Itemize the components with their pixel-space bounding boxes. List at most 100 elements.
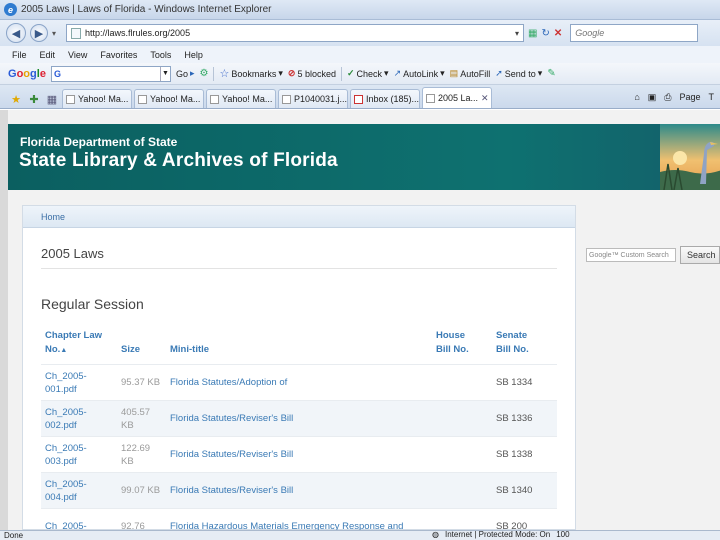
zoom-level[interactable]: 100	[556, 531, 569, 539]
tab-mail-icon	[354, 94, 363, 104]
tab-image[interactable]: P1040031.j...	[278, 89, 348, 108]
status-bar: Done ◍ Internet | Protected Mode: On 100	[0, 530, 720, 540]
tab-inbox[interactable]: Inbox (185)...	[350, 89, 420, 108]
pencil-icon[interactable]: ✎	[547, 68, 555, 79]
chapter-link[interactable]: Ch_2005-002.pdf	[41, 400, 117, 437]
file-size: 405.57 KB	[117, 400, 166, 437]
tab-bar: ★ ✚ ▦ Yahoo! Ma... Yahoo! Ma... Yahoo! M…	[0, 85, 720, 109]
search-button[interactable]: Search	[680, 246, 720, 264]
mini-title-link[interactable]: Florida Statutes/Reviser's Bill	[166, 400, 432, 437]
tab-page-icon	[282, 94, 291, 104]
chapter-link[interactable]: Ch_2005-	[41, 508, 117, 530]
table-row: Ch_2005-002.pdf 405.57 KB Florida Statut…	[41, 400, 557, 437]
tab-yahoo-3[interactable]: Yahoo! Ma...	[206, 89, 276, 108]
chapter-link[interactable]: Ch_2005-003.pdf	[41, 436, 117, 473]
menu-bar: File Edit View Favorites Tools Help	[0, 46, 720, 63]
toolbar-options-icon[interactable]: ⚙	[200, 68, 209, 79]
autolink-button[interactable]: ↗ AutoLink ▾	[394, 68, 445, 79]
page-viewport: Florida Department of State State Librar…	[0, 110, 720, 530]
table-row: Ch_2005-001.pdf 95.37 KB Florida Statute…	[41, 364, 557, 401]
department-name: Florida Department of State	[20, 135, 178, 149]
add-favorites-icon[interactable]: ✚	[26, 90, 42, 108]
mini-title-link[interactable]: Florida Statutes/Adoption of	[166, 364, 432, 401]
history-dropdown-icon[interactable]: ▾	[52, 29, 56, 38]
home-icon[interactable]: ⌂	[634, 92, 639, 102]
close-tab-icon[interactable]: ✕	[481, 93, 489, 104]
menu-favorites[interactable]: Favorites	[100, 50, 137, 60]
google-logo: Google	[8, 67, 46, 80]
tab-yahoo-2[interactable]: Yahoo! Ma...	[134, 89, 204, 108]
breadcrumb: Home	[23, 206, 575, 228]
page-left-gutter	[0, 110, 8, 530]
popup-blocker-button[interactable]: ⊘ 5 blocked	[288, 68, 336, 79]
refresh-icon[interactable]: ↻	[541, 28, 549, 39]
house-bill	[432, 472, 492, 509]
custom-search-input[interactable]: Google™ Custom Search	[586, 248, 676, 262]
menu-view[interactable]: View	[68, 50, 87, 60]
senate-bill: SB 1338	[492, 436, 557, 473]
compatibility-icon[interactable]: ▦	[528, 28, 537, 39]
tab-2005-laws[interactable]: 2005 La... ✕	[422, 87, 492, 108]
check-icon: ✓	[346, 68, 355, 78]
tab-yahoo-1[interactable]: Yahoo! Ma...	[62, 89, 132, 108]
house-bill	[432, 364, 492, 401]
mini-title-link[interactable]: Florida Statutes/Reviser's Bill	[166, 436, 432, 473]
breadcrumb-home-link[interactable]: Home	[41, 212, 65, 222]
file-size: 99.07 KB	[117, 472, 166, 509]
address-toolbar: ◀ ▶ ▾ http://laws.flrules.org/2005 ▾ ▦ ↻…	[0, 20, 720, 46]
address-bar[interactable]: http://laws.flrules.org/2005 ▾	[66, 24, 525, 42]
house-bill	[432, 400, 492, 437]
senate-bill: SB 1336	[492, 400, 557, 437]
globe-icon: ◍	[432, 530, 439, 539]
spell-check-button[interactable]: ✓ Check ▾	[347, 68, 389, 79]
tab-page-icon	[426, 93, 435, 103]
menu-tools[interactable]: Tools	[150, 50, 171, 60]
page-menu[interactable]: Page	[679, 92, 700, 102]
search-input[interactable]: Google	[570, 24, 699, 42]
forward-button[interactable]: ▶	[30, 24, 48, 42]
address-dropdown-icon[interactable]: ▾	[515, 29, 519, 38]
send-to-button[interactable]: ➚ Send to ▾	[495, 68, 542, 79]
stop-icon[interactable]: ✕	[554, 28, 562, 39]
autofill-button[interactable]: ▤ AutoFill	[450, 68, 491, 79]
sort-ascending-icon: ▲	[60, 347, 68, 354]
header-size[interactable]: Size	[117, 326, 166, 365]
bookmarks-button[interactable]: ☆ Bookmarks ▾	[219, 67, 282, 80]
header-chapter-law[interactable]: Chapter Law No.▲	[41, 326, 117, 365]
ie-logo-icon: e	[4, 3, 17, 16]
back-button[interactable]: ◀	[6, 23, 26, 43]
tools-menu[interactable]: T	[709, 92, 715, 102]
table-row: Ch_2005-004.pdf 99.07 KB Florida Statute…	[41, 472, 557, 509]
table-header-row: Chapter Law No.▲ Size Mini-title House Bil…	[41, 326, 557, 365]
go-button[interactable]: Go ▸	[176, 68, 195, 79]
chevron-down-icon[interactable]: ▼	[159, 66, 170, 81]
menu-edit[interactable]: Edit	[40, 50, 56, 60]
header-house-bill[interactable]: House Bill No.	[432, 326, 492, 365]
url-text: http://laws.flrules.org/2005	[85, 28, 191, 38]
mini-title-link[interactable]: Florida Hazardous Materials Emergency Re…	[166, 508, 432, 530]
section-title: Regular Session	[41, 296, 144, 312]
toolbar-separator	[213, 66, 215, 81]
tab-page-icon	[138, 94, 147, 104]
chapter-link[interactable]: Ch_2005-004.pdf	[41, 472, 117, 509]
table-row: Ch_2005-003.pdf 122.69 KB Florida Statut…	[41, 436, 557, 473]
quick-tabs-icon[interactable]: ▦	[44, 90, 60, 108]
heron-artwork	[660, 124, 720, 190]
google-toolbar-search[interactable]: G ▼	[50, 65, 171, 82]
feeds-icon[interactable]: ▣	[648, 92, 657, 103]
chapter-link[interactable]: Ch_2005-001.pdf	[41, 364, 117, 401]
favorites-star-icon[interactable]: ★	[8, 90, 24, 108]
google-g-icon: G	[53, 68, 61, 79]
google-toolbar: Google G ▼ Go ▸ ⚙ ☆ Bookmarks ▾ ⊘ 5 blocked …	[0, 63, 720, 85]
senate-bill: SB 200	[492, 508, 557, 530]
mini-title-link[interactable]: Florida Statutes/Reviser's Bill	[166, 472, 432, 509]
star-icon: ☆	[219, 68, 230, 80]
autofill-icon: ▤	[449, 68, 459, 78]
print-icon[interactable]: ⎙	[664, 92, 671, 103]
menu-help[interactable]: Help	[184, 50, 203, 60]
command-bar: ⌂ ▣ ⎙ Page T	[634, 86, 720, 108]
header-senate-bill[interactable]: Senate Bill No.	[492, 326, 557, 365]
menu-file[interactable]: File	[12, 50, 27, 60]
header-mini-title[interactable]: Mini-title	[166, 326, 432, 365]
zone-text: Internet | Protected Mode: On	[444, 530, 551, 539]
